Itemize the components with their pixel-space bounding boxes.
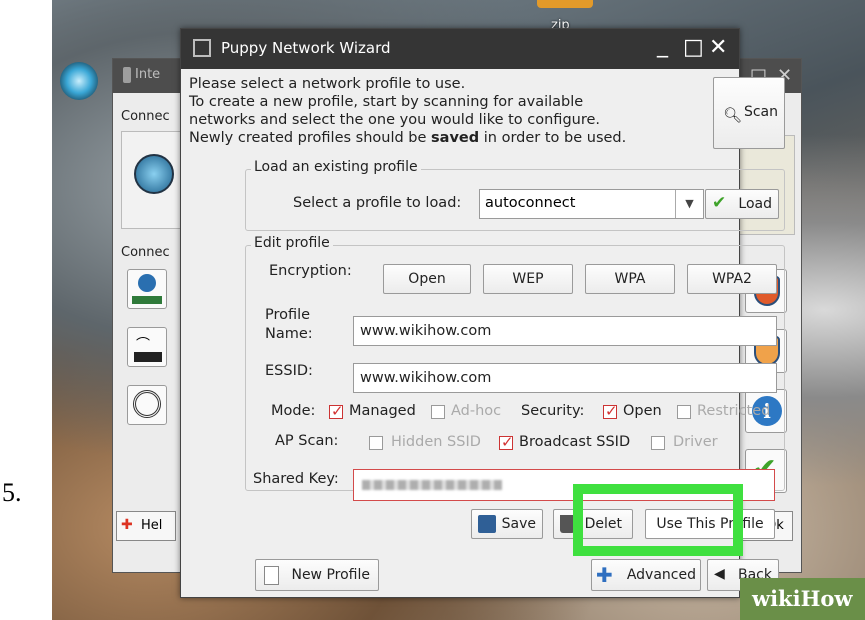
load-label: Load (738, 196, 772, 212)
intro-line: Newly created profiles should be saved i… (189, 129, 659, 147)
hidden-ssid-checkbox[interactable] (369, 436, 383, 450)
security-label: Security: (521, 403, 585, 419)
wallpaper-eye-icon (60, 62, 98, 100)
floppy-icon (478, 515, 496, 533)
profile-name-label: Profile (265, 307, 311, 323)
load-check-icon: ✔ (712, 193, 727, 213)
select-profile-label: Select a profile to load: (293, 195, 462, 211)
intro-text-part: Newly created profiles should be (189, 130, 432, 146)
scan-label: Scan (743, 104, 778, 120)
maximize-icon[interactable]: □ (683, 35, 704, 60)
load-button[interactable]: ✔ Load (705, 189, 779, 219)
advanced-button[interactable]: ✚ Advanced (591, 559, 701, 591)
mode-managed-checkbox[interactable] (329, 402, 344, 420)
mode-adhoc-checkbox[interactable] (431, 405, 445, 419)
mode-adhoc-label: Ad-hoc (451, 403, 502, 419)
lifebuoy-icon: ✚ (121, 517, 133, 533)
ap-scan-label: AP Scan: (275, 433, 339, 449)
mode-managed-label: Managed (349, 403, 416, 419)
essid-label: ESSID: (265, 363, 313, 379)
intro-bold: saved (431, 130, 480, 146)
new-profile-label: New Profile (291, 567, 370, 583)
encryption-option-label: WPA (614, 271, 646, 287)
intro-text-part: in order to be used. (479, 130, 627, 146)
dialog-title: Puppy Network Wizard (221, 39, 391, 57)
encryption-option-label: WEP (512, 271, 544, 287)
driver-checkbox[interactable] (651, 436, 665, 450)
selected-profile: autoconnect (485, 195, 576, 211)
connect-label: Connec (121, 109, 170, 124)
plug-icon (123, 67, 131, 83)
intro-line: Please select a network profile to use. (189, 76, 466, 92)
profile-name-label-2: Name: (265, 326, 313, 342)
encryption-open-button[interactable]: Open (383, 264, 471, 294)
connect-label-2: Connec (121, 245, 170, 260)
globe-icon (134, 154, 174, 194)
intro-line: networks and select the one you would li… (189, 112, 601, 128)
dialog-titlebar: Puppy Network Wizard _ □ ✕ (181, 29, 739, 69)
plus-icon: ✚ (596, 563, 613, 587)
close-icon[interactable]: ✕ (709, 35, 727, 60)
back-arrow-icon: ◀ (714, 566, 725, 582)
shared-key-label: Shared Key: (253, 471, 339, 487)
wireless-icon[interactable] (127, 385, 167, 425)
help-label: Hel (141, 518, 163, 533)
zip-archive-icon[interactable] (537, 0, 593, 8)
load-group-legend: Load an existing profile (251, 159, 421, 175)
encryption-label: Encryption: (269, 263, 352, 279)
connection-panel (121, 131, 181, 229)
intro-text: Please select a network profile to use. … (189, 75, 659, 147)
step-number: 5. (2, 478, 22, 507)
encryption-option-label: WPA2 (712, 271, 752, 287)
save-label: Save (501, 516, 536, 532)
hidden-ssid-label: Hidden SSID (391, 434, 481, 450)
essid-field[interactable]: www.wikihow.com (353, 363, 777, 393)
highlight-box (573, 484, 743, 556)
profile-name-field[interactable]: www.wikihow.com (353, 316, 777, 346)
save-button[interactable]: Save (471, 509, 543, 539)
encryption-option-label: Open (408, 271, 446, 287)
driver-label: Driver (673, 434, 718, 450)
security-restricted-checkbox[interactable] (677, 405, 691, 419)
minimize-icon[interactable]: _ (657, 33, 668, 58)
document-icon (264, 566, 279, 585)
security-open-label: Open (623, 403, 662, 419)
broadcast-ssid-label: Broadcast SSID (519, 434, 631, 450)
security-restricted-label: Restricted (697, 403, 771, 419)
router-icon[interactable]: ⌒ (127, 327, 167, 367)
intro-line: To create a new profile, start by scanni… (189, 94, 584, 110)
wired-network-icon[interactable] (127, 269, 167, 309)
profile-select[interactable]: autoconnect ▼ (479, 189, 704, 219)
watermark: wikiHow (752, 586, 853, 611)
chevron-down-icon[interactable]: ▼ (675, 190, 703, 218)
help-button[interactable]: ✚ Hel (116, 511, 176, 541)
scan-button[interactable]: 🔍︎ Scan (713, 77, 785, 149)
encryption-wep-button[interactable]: WEP (483, 264, 573, 294)
advanced-label: Advanced (626, 567, 696, 583)
encryption-wpa-button[interactable]: WPA (585, 264, 675, 294)
desktop-background: zip Inte □ ✕ Connec Connec ⌒ i ✚ Hel Pup… (52, 0, 865, 620)
magnifier-icon: 🔍︎ (723, 106, 743, 124)
edit-group-legend: Edit profile (251, 235, 333, 251)
network-wizard-icon (193, 39, 211, 57)
mode-label: Mode: (271, 403, 316, 419)
background-window-title: Inte (135, 67, 161, 82)
new-profile-button[interactable]: New Profile (255, 559, 379, 591)
encryption-wpa2-button[interactable]: WPA2 (687, 264, 777, 294)
security-open-checkbox[interactable] (603, 402, 618, 420)
antenna-icon: ⌒ (136, 337, 150, 353)
broadcast-ssid-checkbox[interactable] (499, 433, 514, 451)
shared-key-redacted (362, 480, 502, 490)
